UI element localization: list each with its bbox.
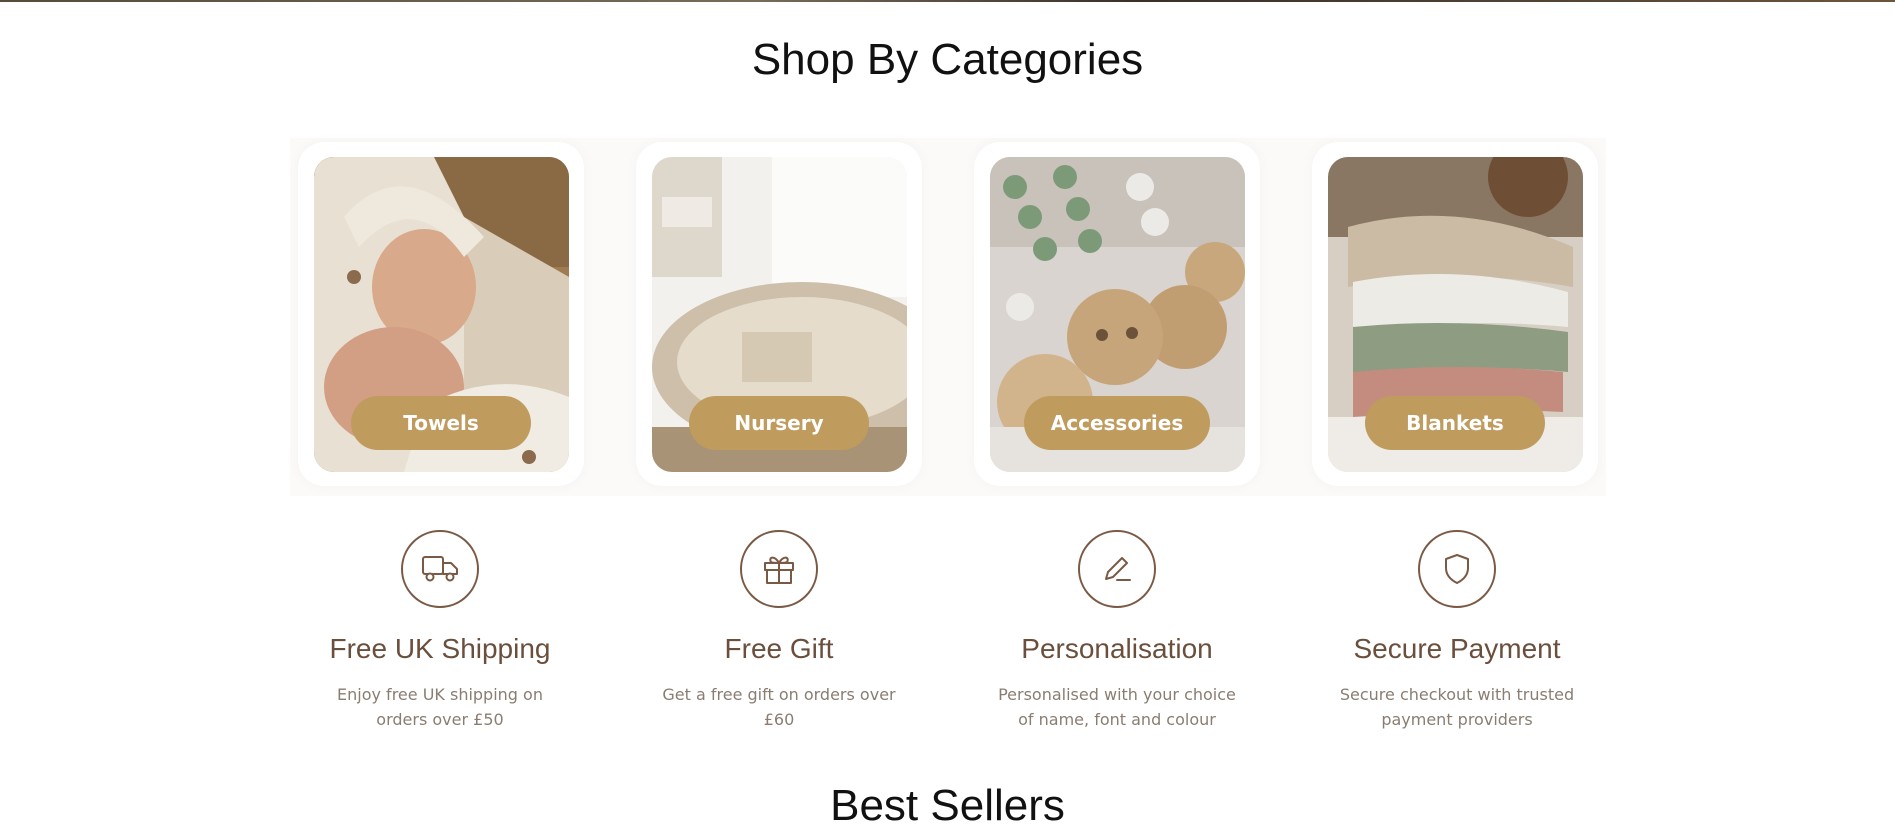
feature-description: Secure checkout with trusted payment pro… bbox=[1339, 685, 1575, 729]
category-button-blankets[interactable]: Blankets bbox=[1365, 396, 1545, 450]
feature-title: Free UK Shipping bbox=[329, 633, 551, 664]
feature-description: Personalised with your choice of name, f… bbox=[998, 685, 1236, 729]
category-card-towels[interactable]: Towels bbox=[298, 142, 584, 486]
feature-description: Enjoy free UK shipping on orders over £5… bbox=[337, 685, 543, 729]
feature-title: Personalisation bbox=[1021, 633, 1213, 664]
best-sellers-title: Best Sellers bbox=[830, 781, 1065, 830]
feature-secure-payment: Secure Payment Secure checkout with trus… bbox=[1307, 530, 1607, 732]
pencil-icon bbox=[1078, 530, 1156, 608]
feature-title: Secure Payment bbox=[1353, 633, 1561, 664]
hero-bottom-edge bbox=[0, 0, 1895, 2]
category-card-accessories[interactable]: Accessories bbox=[974, 142, 1260, 486]
section-title: Shop By Categories bbox=[751, 35, 1144, 84]
feature-gift: Free Gift Get a free gift on orders over… bbox=[629, 530, 929, 732]
shield-icon bbox=[1418, 530, 1496, 608]
category-button-nursery[interactable]: Nursery bbox=[689, 396, 869, 450]
feature-shipping: Free UK Shipping Enjoy free UK shipping … bbox=[290, 530, 590, 732]
gift-icon bbox=[740, 530, 818, 608]
feature-personalisation: Personalisation Personalised with your c… bbox=[967, 530, 1267, 732]
category-card-nursery[interactable]: Nursery bbox=[636, 142, 922, 486]
category-card-blankets[interactable]: Blankets bbox=[1312, 142, 1598, 486]
feature-title: Free Gift bbox=[724, 633, 834, 664]
truck-icon bbox=[401, 530, 479, 608]
category-button-towels[interactable]: Towels bbox=[351, 396, 531, 450]
category-button-accessories[interactable]: Accessories bbox=[1024, 396, 1210, 450]
feature-description: Get a free gift on orders over £60 bbox=[662, 685, 896, 729]
